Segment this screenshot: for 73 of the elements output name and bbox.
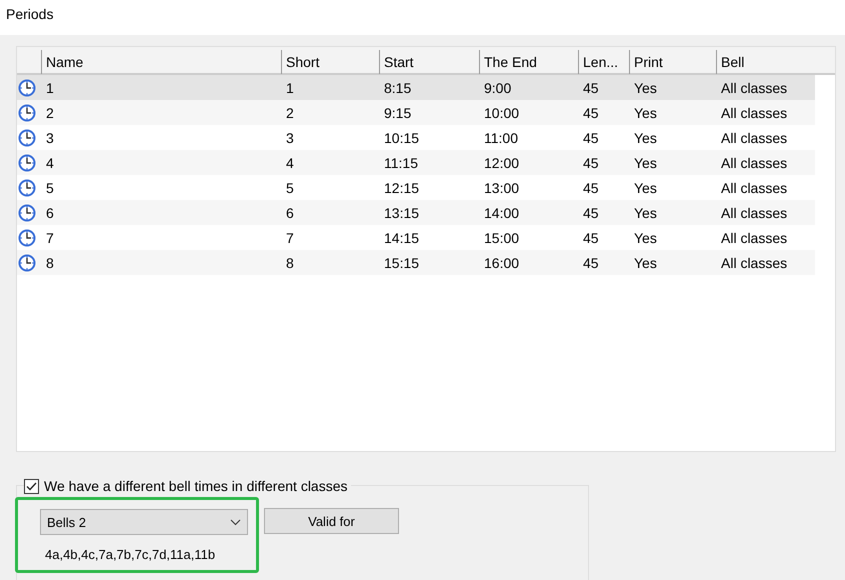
table-cell-text: All classes — [720, 80, 788, 96]
table-cell-text: 10:15 — [383, 130, 420, 146]
column-header[interactable]: Len... — [578, 50, 629, 74]
column-header[interactable]: Start — [379, 50, 479, 74]
table-cell-text: 1 — [285, 80, 295, 96]
table-cell-text: 12:15 — [383, 180, 420, 196]
table-row[interactable]: 2 2 9:15 10:00 45 Yes All classes — [17, 100, 815, 125]
valid-for-button[interactable]: Valid for — [264, 508, 399, 534]
table-cell-text: 14:15 — [383, 230, 420, 246]
table-row[interactable]: 6 6 13:15 14:00 45 Yes All classes — [17, 200, 815, 225]
table-cell-text: 45 — [582, 154, 600, 170]
table-cell-text: 5 — [45, 180, 55, 196]
table-cell-text: 4 — [45, 154, 55, 170]
table-cell-text: Yes — [633, 254, 658, 270]
table-cell-text: 6 — [45, 204, 55, 220]
table-cell-text: 45 — [582, 180, 600, 196]
window-title: Periods — [0, 0, 845, 35]
table-cell-text: 12:00 — [483, 154, 520, 170]
bells-dropdown[interactable]: Bells 2 — [40, 509, 248, 535]
table-cell-text: 2 — [45, 104, 55, 120]
table-cell-text: 6 — [285, 204, 295, 220]
table-cell-text: 45 — [582, 104, 600, 120]
table-cell-text: 7 — [285, 230, 295, 246]
table-cell-text: 16:00 — [483, 254, 520, 270]
table-cell-text: Yes — [633, 104, 658, 120]
column-header[interactable]: Name — [41, 50, 281, 74]
table-cell-text: All classes — [720, 254, 788, 270]
column-header[interactable]: Short — [281, 50, 379, 74]
table-cell-text: 10:00 — [483, 104, 520, 120]
table-cell-text: 2 — [285, 104, 295, 120]
column-header[interactable]: Print — [629, 50, 716, 74]
table-cell-text: All classes — [720, 130, 788, 146]
table-cell-text: Yes — [633, 130, 658, 146]
table-cell-text: All classes — [720, 180, 788, 196]
table-cell-text: Yes — [633, 154, 658, 170]
table-cell-text: 45 — [582, 80, 600, 96]
table-cell-text: 11:00 — [483, 130, 519, 146]
table-cell-text: 45 — [582, 254, 600, 270]
table-cell-text: 5 — [285, 180, 295, 196]
table-cell-text: 9:15 — [383, 104, 412, 120]
table-cell-text: 7 — [45, 230, 55, 246]
column-header[interactable]: The End — [479, 50, 578, 74]
table-cell-text: All classes — [720, 154, 788, 170]
table-cell-text: Yes — [633, 80, 658, 96]
table-cell-text: 45 — [582, 204, 600, 220]
table-cell-text: 15:00 — [483, 230, 520, 246]
table-cell-text: All classes — [720, 104, 788, 120]
table-cell-text: 3 — [285, 130, 295, 146]
table-cell-text: 1 — [45, 80, 55, 96]
table-cell-text: 15:15 — [383, 254, 420, 270]
table-cell-text: 45 — [582, 130, 600, 146]
table-cell-text: 4 — [285, 154, 295, 170]
table-cell-text: 3 — [45, 130, 55, 146]
table-cell-text: 11:15 — [383, 154, 419, 170]
table-cell-text: 13:15 — [383, 204, 420, 220]
column-header[interactable]: Bell — [716, 50, 816, 74]
table-cell-text: All classes — [720, 230, 788, 246]
table-row[interactable]: 4 4 11:15 12:00 45 Yes All classes — [17, 150, 815, 175]
table-row[interactable]: 8 8 15:15 16:00 45 Yes All classes — [17, 250, 815, 275]
table-cell-text: Yes — [633, 204, 658, 220]
table-cell-text: 13:00 — [483, 180, 520, 196]
different-bells-checkbox[interactable]: We have a different bell times in different classes — [24, 478, 350, 494]
table-cell-text: Yes — [633, 230, 658, 246]
table-cell-text: 8:15 — [383, 80, 412, 96]
class-list: 4a,4b,4c,7a,7b,7c,7d,11a,11b — [45, 547, 216, 562]
table-cell-text: 8 — [285, 254, 295, 270]
table-cell-text: Yes — [633, 180, 658, 196]
table-row[interactable]: 1 1 8:15 9:00 45 Yes All classes — [17, 75, 815, 100]
table-cell-text: 9:00 — [483, 80, 512, 96]
table-cell-text: All classes — [720, 204, 788, 220]
table-cell-text: 45 — [582, 230, 600, 246]
table-cell-text: 14:00 — [483, 204, 520, 220]
table-cell-text: 8 — [45, 254, 55, 270]
